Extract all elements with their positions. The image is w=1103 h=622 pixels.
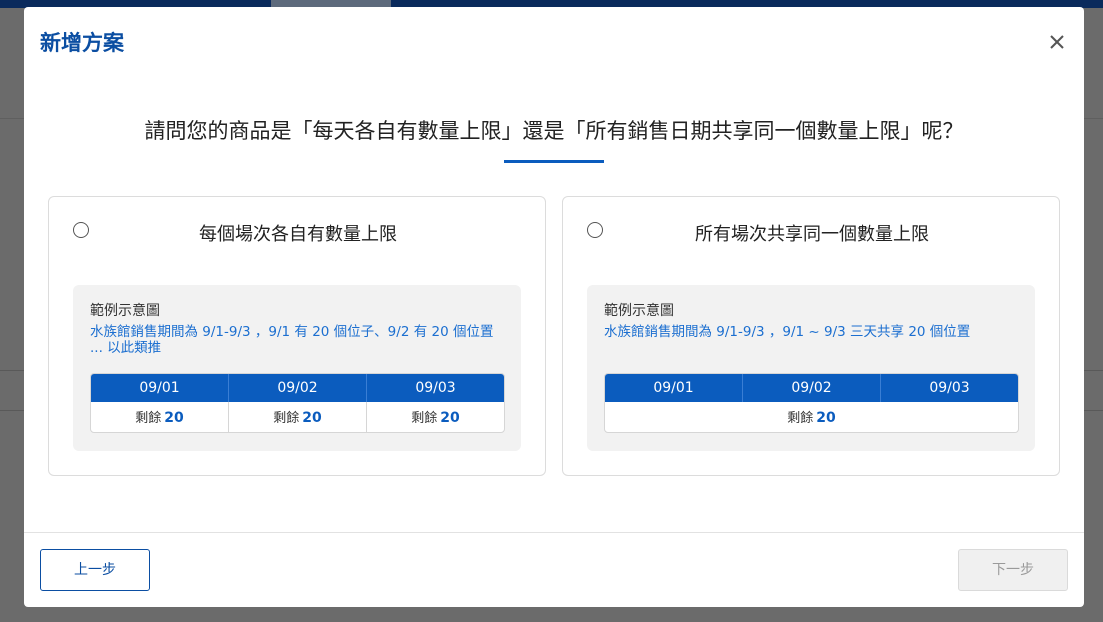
- remaining-count: 20: [816, 410, 836, 426]
- remaining-count: 20: [440, 410, 460, 426]
- question-underline: [504, 160, 604, 163]
- example-title: 範例示意圖: [90, 303, 160, 319]
- option-shared-limit[interactable]: 所有場次共享同一個數量上限 範例示意圖 水族館銷售期間為 9/1-9/3 ，9/…: [562, 196, 1060, 476]
- remaining-label: 剩餘: [135, 411, 162, 426]
- remaining-cell: 剩餘 20: [367, 402, 504, 432]
- next-step-button[interactable]: 下一步: [958, 549, 1068, 591]
- remaining-label: 剩餘: [411, 411, 438, 426]
- example-date-table: 09/01 09/02 09/03 剩餘 20: [604, 373, 1019, 433]
- date-cell: 09/01: [91, 374, 229, 402]
- footer-divider: [24, 532, 1084, 533]
- option-separate-limit[interactable]: 每個場次各自有數量上限 範例示意圖 水族館銷售期間為 9/1-9/3 ，9/1 …: [48, 196, 546, 476]
- date-cell: 09/02: [743, 374, 881, 402]
- remaining-count: 20: [302, 410, 322, 426]
- date-cell: 09/03: [929, 380, 970, 396]
- previous-step-button[interactable]: 上一步: [40, 549, 150, 591]
- example-panel: 範例示意圖 水族館銷售期間為 9/1-9/3 ，9/1 有 20 個位子、9/2…: [73, 285, 521, 451]
- date-cell: 09/02: [229, 374, 367, 402]
- add-plan-modal: 新增方案 請問您的商品是「每天各自有數量上限」還是「所有銷售日期共享同一個數量上…: [24, 7, 1084, 607]
- date-cell: 09/01: [605, 374, 743, 402]
- example-date-table: 09/01 09/02 09/03 剩餘 20 剩餘 20 剩餘 20: [90, 373, 505, 433]
- remaining-label: 剩餘: [787, 411, 814, 426]
- remaining-cell: 剩餘 20: [229, 402, 367, 432]
- example-title: 範例示意圖: [604, 303, 674, 319]
- example-description: 水族館銷售期間為 9/1-9/3 ，9/1 有 20 個位子、9/2 有 20 …: [90, 324, 494, 356]
- remaining-cell: 剩餘 20: [605, 402, 1018, 432]
- question-text: 請問您的商品是「每天各自有數量上限」還是「所有銷售日期共享同一個數量上限」呢？: [144, 119, 964, 143]
- remaining-count: 20: [164, 410, 184, 426]
- option-label: 每個場次各自有數量上限: [199, 224, 397, 245]
- remaining-cell: 剩餘 20: [91, 402, 229, 432]
- option-label: 所有場次共享同一個數量上限: [695, 224, 929, 245]
- remaining-label: 剩餘: [273, 411, 300, 426]
- example-description: 水族館銷售期間為 9/1-9/3 ，9/1 ~ 9/3 三天共享 20 個位置: [604, 324, 971, 340]
- modal-title: 新增方案: [40, 31, 124, 55]
- example-panel: 範例示意圖 水族館銷售期間為 9/1-9/3 ，9/1 ~ 9/3 三天共享 2…: [587, 285, 1035, 451]
- close-icon[interactable]: [1046, 31, 1068, 53]
- date-cell: 09/03: [415, 380, 456, 396]
